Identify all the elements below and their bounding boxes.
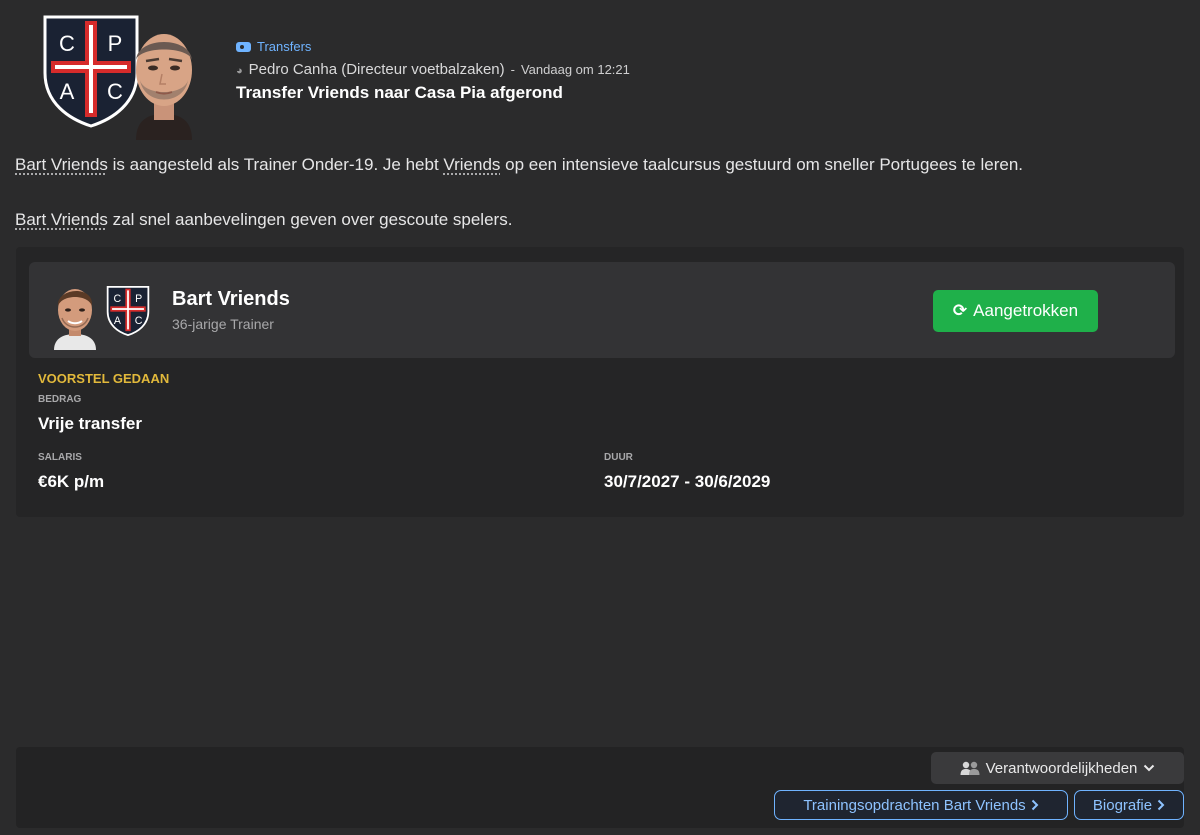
svg-text:P: P [135,293,142,305]
club-crest: C P A C [43,15,139,128]
amount-label: BEDRAG [38,394,82,405]
status-label: Aangetrokken [973,301,1079,320]
salary-value: €6K p/m [38,472,105,491]
training-label: Trainingsopdrachten Bart Vriends [803,796,1026,814]
person-link[interactable]: Bart Vriends [15,155,108,174]
duration-value: 30/7/2027 - 30/6/2029 [604,472,771,491]
paragraph-text: op een intensieve taalcursus gestuurd om… [500,155,1023,174]
salary-label: SALARIS [38,452,82,463]
club-crest-small: C P A C [106,286,150,336]
tag-icon [236,41,251,52]
message-time: Vandaag om 12:21 [520,62,630,77]
person-link[interactable]: Vriends [443,155,500,174]
sender-avatar [136,34,192,140]
svg-text:A: A [114,315,122,327]
person-avatar [54,289,96,350]
people-icon [960,761,980,775]
biography-button[interactable]: Biografie [1074,790,1184,820]
person-subtitle: 36-jarige Trainer [172,316,274,332]
svg-text:P: P [108,31,123,56]
message-title: Transfer Vriends naar Casa Pia afgerond [236,83,563,102]
person-name[interactable]: Bart Vriends [172,288,290,311]
duration-label: DUUR [604,452,633,463]
message-sender-row: ◕ Pedro Canha (Directeur voetbalzaken) -… [236,61,630,78]
responsibilities-dropdown[interactable]: Verantwoordelijkheden [931,752,1184,784]
svg-text:C: C [114,293,122,305]
offer-heading: VOORSTEL GEDAAN [38,371,170,386]
paragraph-text: zal snel aanbevelingen geven over gescou… [107,210,513,229]
body-paragraph-2: Bart Vriends zal snel aanbevelingen geve… [15,210,512,230]
body-paragraph-1: Bart Vriends is aangesteld als Trainer O… [15,155,1023,175]
person-link[interactable]: Bart Vriends [15,210,108,229]
amount-value: Vrije transfer [38,414,142,433]
sender-name[interactable]: Pedro Canha (Directeur voetbalzaken) [249,61,505,78]
svg-text:C: C [135,315,143,327]
chevron-right-icon [1157,799,1165,811]
training-assignments-button[interactable]: Trainingsopdrachten Bart Vriends [774,790,1068,820]
person-icon: ◕ [236,65,243,77]
refresh-icon: ⟳ [952,301,968,320]
message-category[interactable]: Transfers [236,39,311,54]
svg-text:C: C [59,31,75,56]
chevron-right-icon [1031,799,1039,811]
svg-text:C: C [107,79,123,104]
svg-text:A: A [60,79,75,104]
category-label: Transfers [257,39,312,54]
status-button[interactable]: ⟳ Aangetrokken [933,290,1098,332]
responsibilities-label: Verantwoordelijkheden [985,759,1138,777]
biography-label: Biografie [1092,796,1153,814]
separator: - [510,62,515,77]
paragraph-text: is aangesteld als Trainer Onder-19. Je h… [107,155,444,174]
chevron-down-icon [1144,764,1155,772]
